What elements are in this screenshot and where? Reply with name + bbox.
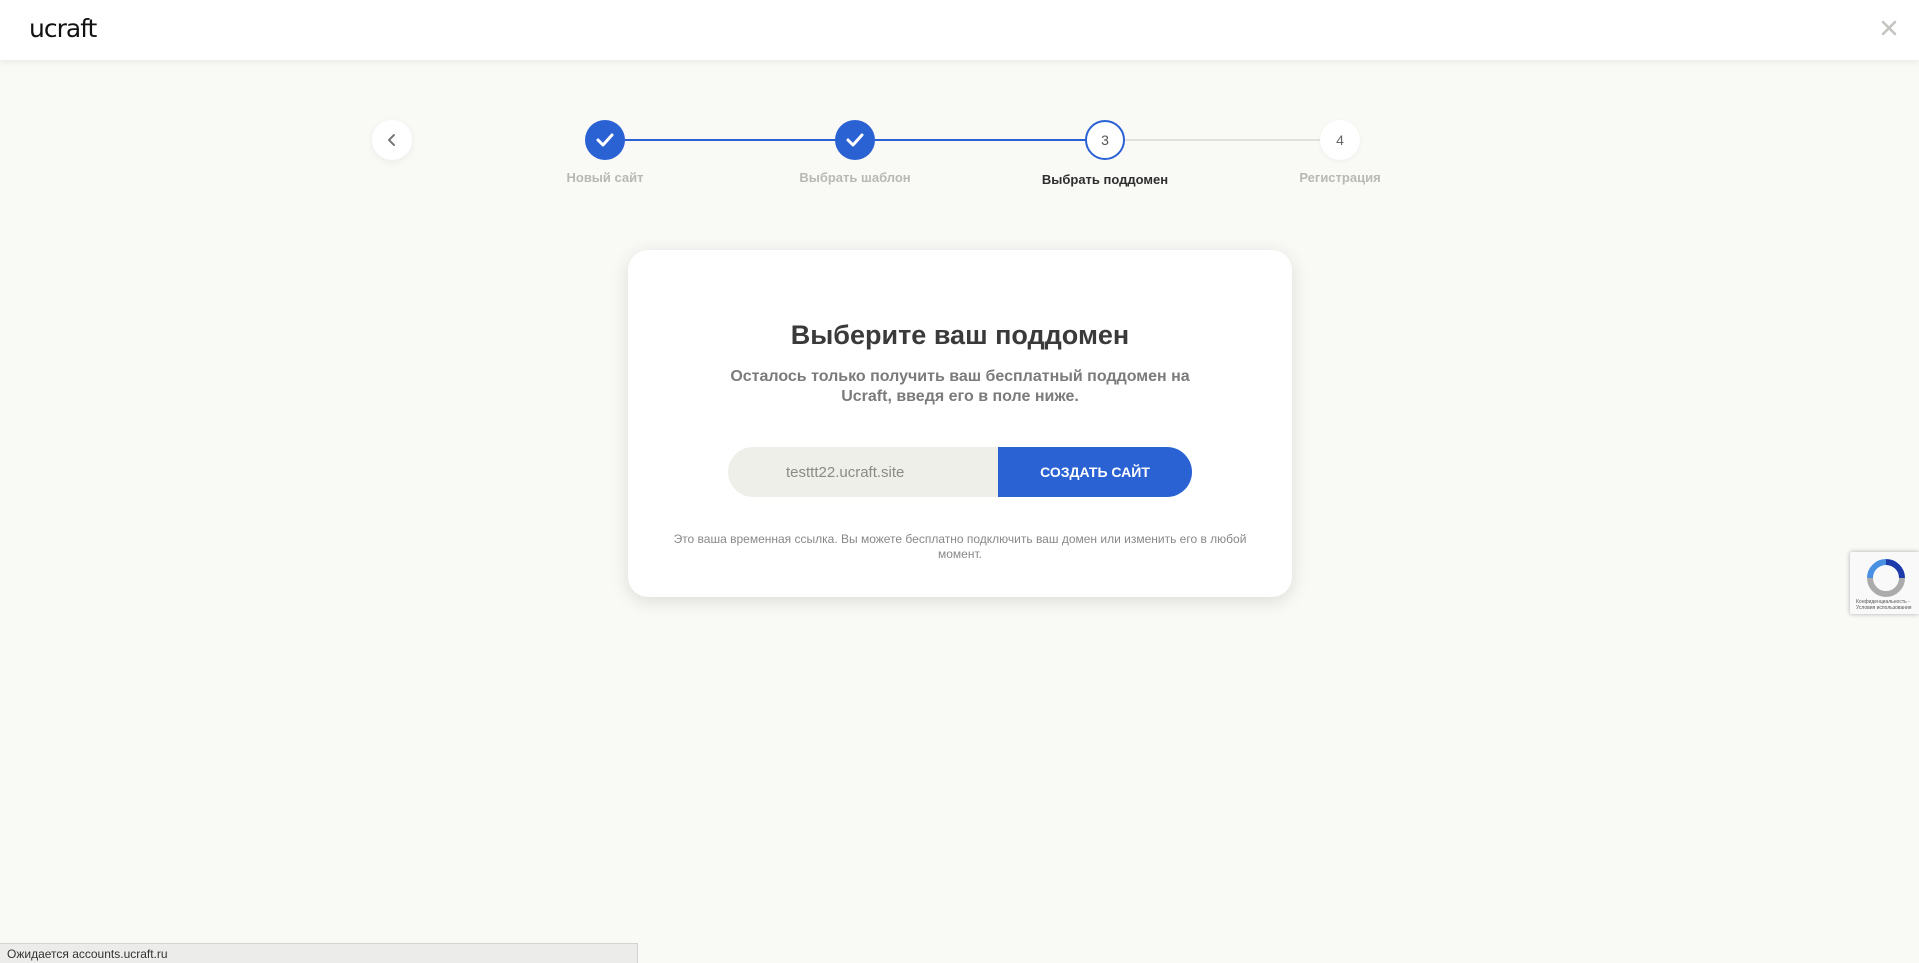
top-bar: ucraft [0, 0, 1919, 60]
subdomain-card: Выберите ваш поддомен Осталось только по… [628, 250, 1292, 597]
check-icon [846, 133, 864, 147]
step-4-circle: 4 [1320, 120, 1360, 160]
step-4-label: Регистрация [1299, 170, 1381, 185]
step-3-label: Выбрать поддомен [1041, 172, 1169, 187]
recaptcha-badge[interactable]: Конфиденциальность - Условия использован… [1850, 552, 1919, 614]
card-note: Это ваша временная ссылка. Вы можете бес… [673, 532, 1247, 561]
create-site-button[interactable]: СОЗДАТЬ САЙТ [998, 447, 1192, 497]
close-icon[interactable] [1877, 16, 1901, 40]
progress-track-1 [605, 139, 855, 141]
ucraft-logo[interactable]: ucraft [29, 14, 97, 43]
progress-track-2 [855, 139, 1105, 141]
recaptcha-icon [1867, 559, 1905, 597]
check-icon [596, 133, 614, 147]
step-2-label: Выбрать шаблон [799, 170, 911, 185]
chevron-left-icon [388, 134, 395, 146]
step-2-circle [835, 120, 875, 160]
browser-status-bar: Ожидается accounts.ucraft.ru [0, 943, 638, 963]
back-button[interactable] [372, 120, 412, 160]
subdomain-input[interactable] [728, 447, 998, 497]
step-3-circle: 3 [1085, 120, 1125, 160]
card-title: Выберите ваш поддомен [790, 320, 1130, 350]
progress-track-3 [1105, 139, 1340, 141]
step-1-circle [585, 120, 625, 160]
card-subtitle: Осталось только получить ваш бесплатный … [730, 368, 1190, 405]
step-1-label: Новый сайт [566, 170, 644, 185]
recaptcha-links[interactable]: Конфиденциальность - Условия использован… [1856, 599, 1918, 611]
